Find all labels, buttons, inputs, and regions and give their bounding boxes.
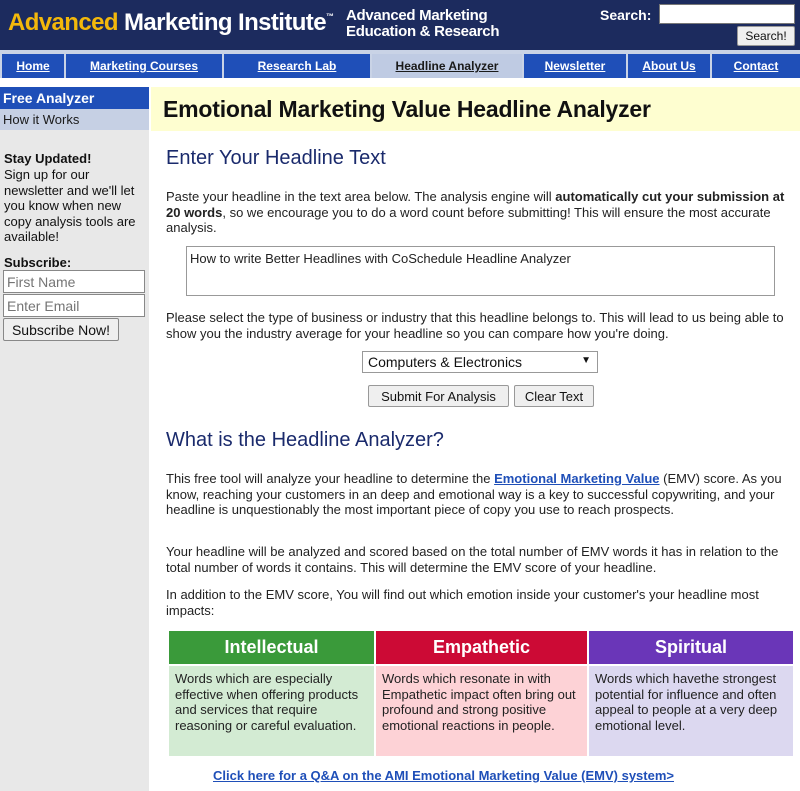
emv-qa-link[interactable]: Click here for a Q&A on the AMI Emotiona… [213, 768, 674, 783]
nav-marketing-courses[interactable]: Marketing Courses [66, 54, 222, 78]
chevron-down-icon: ▼ [581, 355, 591, 366]
industry-prompt: Please select the type of business or in… [166, 310, 784, 341]
emotion-intellectual: Intellectual Words which are especially … [169, 631, 374, 756]
nav-home[interactable]: Home [2, 54, 64, 78]
nav-research-lab[interactable]: Research Lab [224, 54, 370, 78]
stay-updated-text: Sign up for our newsletter and we'll let… [4, 167, 136, 244]
tagline-line2: Education & Research [346, 23, 500, 40]
logo-trademark: ™ [325, 12, 334, 21]
industry-select[interactable]: Computers & Electronics ▼ [362, 351, 598, 373]
logo-advanced: Advanced [8, 9, 119, 36]
search-label: Search: [600, 7, 652, 23]
nav-headline-analyzer[interactable]: Headline Analyzer [372, 54, 522, 78]
sidebar-item-how-it-works[interactable]: How it Works [0, 109, 149, 130]
search-button[interactable]: Search! [737, 26, 795, 46]
email-field[interactable] [3, 294, 145, 317]
stay-updated-title: Stay Updated! [4, 151, 92, 166]
page-title: Emotional Marketing Value Headline Analy… [163, 96, 651, 122]
emotion-table: Intellectual Words which are especially … [166, 630, 794, 756]
emotion-spiritual-heading: Spiritual [589, 631, 793, 664]
tagline-line1: Advanced Marketing [346, 7, 488, 24]
headline-input[interactable]: How to write Better Headlines with CoSch… [186, 246, 775, 296]
what-paragraph-2: Your headline will be analyzed and score… [166, 544, 779, 575]
nav-about-us[interactable]: About Us [628, 54, 710, 78]
emv-link[interactable]: Emotional Marketing Value [494, 471, 659, 486]
enter-headline-heading: Enter Your Headline Text [166, 147, 386, 169]
subscribe-title: Subscribe: [4, 255, 72, 270]
site-header: Advanced Marketing Institute™ Advanced M… [0, 0, 800, 50]
title-banner: Emotional Marketing Value Headline Analy… [151, 87, 800, 131]
search-input[interactable] [659, 4, 795, 24]
site-tagline: Advanced Marketing Education & Research [346, 7, 500, 40]
what-paragraph-1: This free tool will analyze your headlin… [166, 471, 796, 518]
sidebar-item-free-analyzer[interactable]: Free Analyzer [0, 87, 149, 109]
submit-analysis-button[interactable]: Submit For Analysis [368, 385, 509, 407]
intro-text-1: Paste your headline in the text area bel… [166, 189, 556, 204]
intro-paragraph: Paste your headline in the text area bel… [166, 189, 796, 236]
industry-selected-value: Computers & Electronics [368, 354, 523, 370]
logo-marketing-institute: Marketing Institute [123, 9, 327, 36]
nav-newsletter[interactable]: Newsletter [524, 54, 626, 78]
emotion-intellectual-description: Words which are especially effective whe… [169, 666, 374, 756]
emotion-intellectual-heading: Intellectual [169, 631, 374, 664]
nav-contact[interactable]: Contact [712, 54, 800, 78]
what-text-1: This free tool will analyze your headlin… [166, 471, 495, 486]
emotion-spiritual-description: Words which havethe strongest potential … [589, 666, 793, 756]
clear-text-button[interactable]: Clear Text [514, 385, 594, 407]
site-logo[interactable]: Advanced Marketing Institute™ [8, 9, 334, 37]
emotion-empathetic-description: Words which resonate in with Empathetic … [376, 666, 587, 756]
first-name-field[interactable] [3, 270, 145, 293]
subscribe-button[interactable]: Subscribe Now! [3, 318, 119, 341]
emotion-empathetic-heading: Empathetic [376, 631, 587, 664]
main-nav: Home Marketing Courses Research Lab Head… [0, 54, 800, 78]
emotion-empathetic: Empathetic Words which resonate in with … [376, 631, 587, 756]
sidebar: Free Analyzer How it Works Stay Updated!… [0, 87, 149, 791]
emotion-spiritual: Spiritual Words which havethe strongest … [589, 631, 793, 756]
what-paragraph-3: In addition to the EMV score, You will f… [166, 587, 759, 618]
what-is-heading: What is the Headline Analyzer? [166, 429, 444, 451]
intro-text-2: , so we encourage you to do a word count… [166, 204, 771, 236]
